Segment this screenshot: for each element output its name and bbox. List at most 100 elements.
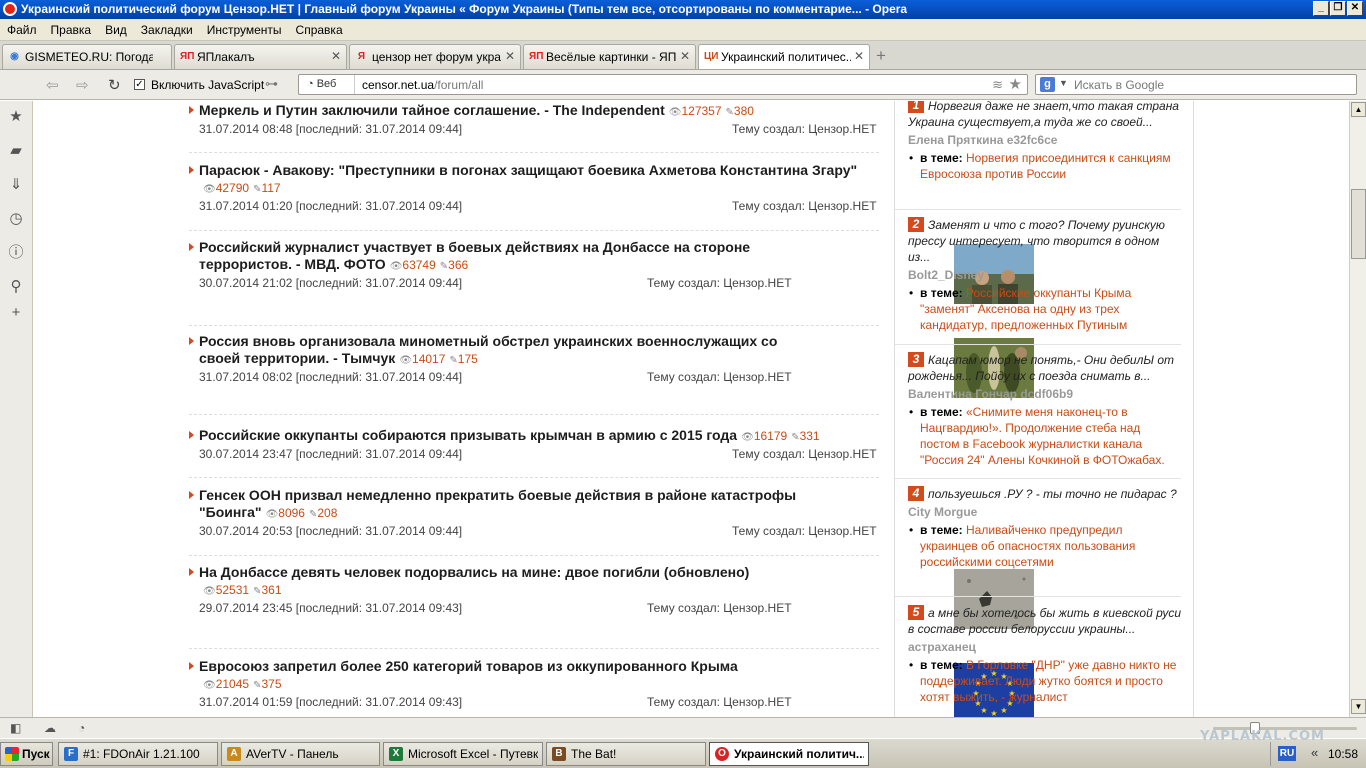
search-icon[interactable]: ⚲ <box>7 278 25 296</box>
taskbar-item-thebat[interactable]: B The Bat! <box>546 742 706 766</box>
topic-title[interactable]: Меркель и Путин заключили тайное соглаше… <box>199 102 879 121</box>
comment-quote-text[interactable]: Кацапам юмор не понять,- Они дебилЫ от р… <box>908 353 1174 383</box>
chevron-down-icon[interactable]: ▼ <box>1059 78 1068 88</box>
tab-yaplakal[interactable]: ЯП ЯПлакалъ ✕ <box>174 44 347 69</box>
bookmarks-star-icon[interactable]: ★ <box>7 108 25 126</box>
comment-quote[interactable]: 2 Заменят и что с того? Почему руинскую п… <box>908 217 1183 265</box>
new-tab-plus-icon[interactable]: + <box>876 46 886 66</box>
tab-close-icon[interactable]: ✕ <box>505 49 515 63</box>
forward-arrow-icon[interactable]: ⇨ <box>76 76 89 94</box>
comment-author[interactable]: Елена Пряткина e32fc6ce <box>908 133 1183 147</box>
minimize-button[interactable]: _ <box>1313 1 1329 16</box>
restore-button[interactable]: ❐ <box>1330 1 1346 16</box>
address-field[interactable]: ◔ Веб censor.net.ua/forum/all ≋ ★ <box>298 74 1028 95</box>
search-input[interactable]: g ▼ Искать в Google <box>1035 74 1357 95</box>
rss-feed-icon[interactable]: ≋ <box>992 77 1003 93</box>
start-button[interactable]: Пуск <box>0 742 53 766</box>
close-window-button[interactable]: ✕ <box>1347 1 1363 16</box>
add-panel-icon[interactable]: + <box>7 304 25 322</box>
comment-quote-text[interactable]: Норвегия даже не знает,что такая страна … <box>908 101 1179 129</box>
scrollbar-thumb[interactable] <box>1351 189 1366 259</box>
info-icon[interactable]: ⓘ <box>7 244 25 262</box>
topic-title[interactable]: Парасюк - Авакову: "Преступники в погона… <box>199 162 879 198</box>
tab-label: цензор нет форум укра... <box>372 50 502 64</box>
comment-quote[interactable]: 5а мне бы хотелось бы жить в киевской ру… <box>908 605 1183 637</box>
taskbar-item-fdonair[interactable]: F #1: FDOnAir 1.21.100 <box>58 742 218 766</box>
taskbar-item-excel[interactable]: X Microsoft Excel - Путевк... <box>383 742 543 766</box>
views-count: 8096 <box>278 506 305 520</box>
menu-view[interactable]: Вид <box>98 19 134 37</box>
reload-icon[interactable]: ↻ <box>108 76 121 94</box>
comments-count[interactable]: 175 <box>458 352 478 366</box>
yaplakal-favicon-icon: ЯП <box>529 51 544 62</box>
tab-label: GISMETEO.RU: Погода ... <box>25 50 153 64</box>
menu-help[interactable]: Справка <box>289 19 350 37</box>
topic-title[interactable]: Евросоюз запретил более 250 категорий то… <box>199 658 799 694</box>
tab-close-icon[interactable]: ✕ <box>331 49 341 63</box>
topic-title-text[interactable]: Россия вновь организовала минометный обс… <box>199 333 777 366</box>
topic-meta: 31.07.2014 08:02 [последний: 31.07.2014 … <box>199 370 879 386</box>
language-indicator[interactable]: RU <box>1278 746 1296 761</box>
tab-censor-forum[interactable]: ЦИ Украинский политичес... ✕ <box>698 44 870 69</box>
scroll-up-icon[interactable]: ▲ <box>1351 102 1366 117</box>
tab-close-icon[interactable]: ✕ <box>680 49 690 63</box>
topic-label: в теме: <box>920 286 963 300</box>
comments-count[interactable]: 380 <box>734 104 754 118</box>
comment-quote-text[interactable]: пользуешься .РУ ? - ты точно не пидарас … <box>928 487 1177 501</box>
taskbar-item-avertv[interactable]: A AVerTV - Панель <box>221 742 380 766</box>
vertical-scrollbar[interactable]: ▲ ▼ <box>1349 101 1366 717</box>
tray-expand-icon[interactable]: « <box>1311 745 1318 760</box>
topic-title[interactable]: Российский журналист участвует в боевых … <box>199 239 799 275</box>
topic-title-text[interactable]: Евросоюз запретил более 250 категорий то… <box>199 658 738 674</box>
tab-gismeteo[interactable]: ◉ GISMETEO.RU: Погода ... <box>2 44 172 69</box>
tab-yandex-search[interactable]: Я цензор нет форум укра... ✕ <box>349 44 521 69</box>
unite-cloud-icon[interactable]: ☁ <box>44 721 56 735</box>
comments-count[interactable]: 331 <box>800 429 820 443</box>
menu-bookmarks[interactable]: Закладки <box>134 19 200 37</box>
menu-edit[interactable]: Правка <box>44 19 99 37</box>
comment-quote[interactable]: 3 Кацапам юмор не понять,- Они дебилЫ от … <box>908 352 1183 384</box>
comments-count[interactable]: 361 <box>261 583 281 597</box>
bookmark-star-icon[interactable]: ★ <box>1009 75 1022 93</box>
comment-author[interactable]: Валентина Гончар dcdf06b9 <box>908 387 1183 401</box>
tab-close-icon[interactable]: ✕ <box>854 49 864 63</box>
google-icon[interactable]: g <box>1040 77 1055 92</box>
window-titlebar: Украинский политический форум Цензор.НЕТ… <box>0 0 1366 19</box>
scroll-down-icon[interactable]: ▼ <box>1351 699 1366 714</box>
comment-author[interactable]: Bolt2_Disney <box>908 268 1183 282</box>
topic-title[interactable]: Генсек ООН призвал немедленно прекратить… <box>199 487 879 523</box>
back-arrow-icon[interactable]: ⇦ <box>46 76 59 94</box>
topic-title[interactable]: Российские оккупанты собираются призыват… <box>199 427 879 446</box>
topic-title[interactable]: На Донбассе девять человек подорвались н… <box>199 564 799 600</box>
comments-count[interactable]: 117 <box>261 181 280 195</box>
task-label: Украинский политич... <box>734 747 864 761</box>
downloads-icon[interactable]: ⇓ <box>7 176 25 194</box>
views-eye-icon: 👁 <box>203 680 216 691</box>
menu-file[interactable]: Файл <box>0 19 44 37</box>
comment-quote[interactable]: 1 Норвегия даже не знает,что такая страна… <box>908 101 1183 130</box>
topic-title-text[interactable]: Меркель и Путин заключили тайное соглаше… <box>199 102 665 118</box>
key-icon[interactable]: ⊶ <box>265 76 278 92</box>
history-clock-icon[interactable]: ◷ <box>7 210 25 228</box>
turbo-icon[interactable]: ◔ <box>78 721 85 735</box>
comment-author[interactable]: City Morgue <box>908 505 1183 519</box>
comment-quote-text[interactable]: Заменят и что с того? Почему руинскую пр… <box>908 218 1165 264</box>
menu-tools[interactable]: Инструменты <box>200 19 289 37</box>
topic-title-text[interactable]: Российские оккупанты собираются призыват… <box>199 427 737 443</box>
comments-count[interactable]: 208 <box>317 506 337 520</box>
topic-title-text[interactable]: Российский журналист участвует в боевых … <box>199 239 750 272</box>
notes-icon[interactable]: ▰ <box>7 142 25 160</box>
comments-count[interactable]: 366 <box>448 258 468 272</box>
panel-toggle-icon[interactable]: ◧ <box>10 721 21 735</box>
topic-title-text[interactable]: Парасюк - Авакову: "Преступники в погона… <box>199 162 857 178</box>
comments-count[interactable]: 375 <box>261 677 281 691</box>
topic-title[interactable]: Россия вновь организовала минометный обс… <box>199 333 799 369</box>
tab-funny-pictures[interactable]: ЯП Весёлые картинки - ЯП... ✕ <box>523 44 696 69</box>
taskbar-item-opera[interactable]: O Украинский политич... <box>709 742 869 766</box>
comment-number: 2 <box>908 217 924 232</box>
comment-author[interactable]: астраханец <box>908 640 1183 654</box>
comment-quote-text[interactable]: а мне бы хотелось бы жить в киевской рус… <box>908 606 1181 636</box>
javascript-checkbox[interactable]: ✓ <box>134 79 145 90</box>
topic-title-text[interactable]: На Донбассе девять человек подорвались н… <box>199 564 749 580</box>
comment-quote[interactable]: 4 пользуешься .РУ ? - ты точно не пидарас… <box>908 486 1183 502</box>
